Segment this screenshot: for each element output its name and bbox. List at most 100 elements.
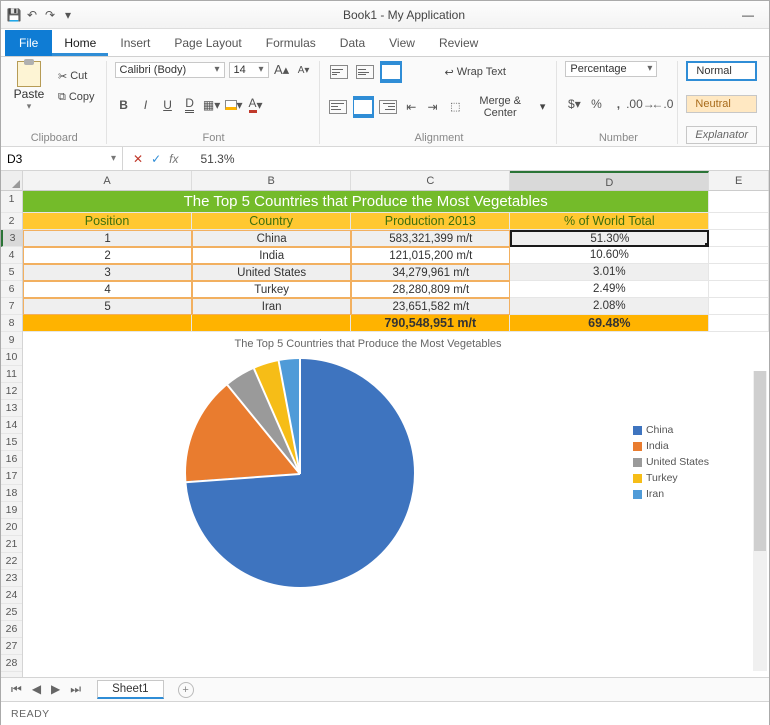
total-cell[interactable] (23, 315, 192, 332)
row-header[interactable]: 26 (1, 621, 22, 638)
number-format-select[interactable]: Percentage (565, 61, 657, 77)
align-right-button[interactable] (378, 96, 399, 118)
percent-button[interactable]: % (587, 95, 605, 113)
cell[interactable] (709, 315, 769, 332)
sheet-nav-first-icon[interactable]: ⏮ (11, 682, 22, 697)
cell[interactable]: 2.49% (510, 281, 709, 298)
undo-icon[interactable]: ↶ (25, 8, 39, 22)
sheet-tab-active[interactable]: Sheet1 (97, 680, 163, 699)
double-underline-button[interactable]: D (181, 96, 199, 114)
cut-button[interactable]: ✂Cut (53, 67, 100, 86)
header-cell[interactable]: Country (192, 213, 351, 230)
row-header[interactable]: 12 (1, 383, 22, 400)
row-header[interactable]: 17 (1, 468, 22, 485)
col-header[interactable]: B (192, 171, 351, 190)
save-icon[interactable]: 💾 (7, 8, 21, 22)
paste-button[interactable]: Paste ▾ (9, 61, 49, 112)
formula-value[interactable]: 51.3% (194, 152, 769, 166)
pie-chart[interactable]: The Top 5 Countries that Produce the Mos… (25, 334, 711, 594)
font-name-select[interactable]: Calibri (Body) (115, 62, 225, 78)
add-sheet-button[interactable]: + (178, 682, 194, 698)
align-top-button[interactable] (328, 61, 350, 83)
cell[interactable]: India (192, 247, 351, 264)
tab-formulas[interactable]: Formulas (254, 30, 328, 56)
borders-button[interactable]: ▦▾ (203, 96, 221, 114)
row-header[interactable]: 21 (1, 536, 22, 553)
qat-dropdown-icon[interactable]: ▾ (61, 8, 75, 22)
name-box-input[interactable] (1, 152, 91, 166)
style-explanatory[interactable]: Explanator (686, 126, 757, 144)
sheet-nav-prev-icon[interactable]: ◀ (32, 682, 41, 697)
header-cell[interactable]: Production 2013 (351, 213, 510, 230)
row-header[interactable]: 4 (1, 247, 22, 264)
cancel-formula-icon[interactable]: ✕ (133, 152, 143, 166)
active-cell[interactable]: 51.30% (510, 230, 709, 247)
cell[interactable]: 3.01% (510, 264, 709, 281)
cell[interactable]: 3 (23, 264, 192, 281)
cell[interactable] (709, 264, 769, 281)
row-header[interactable]: 27 (1, 638, 22, 655)
tab-home[interactable]: Home (52, 30, 108, 56)
fill-color-button[interactable]: ▾ (225, 96, 243, 114)
style-neutral[interactable]: Neutral (686, 95, 757, 113)
cell[interactable]: 583,321,399 m/t (351, 230, 510, 247)
row-header[interactable]: 10 (1, 349, 22, 366)
cell[interactable] (709, 191, 769, 213)
currency-button[interactable]: $▾ (565, 95, 583, 113)
grow-font-icon[interactable]: A▴ (273, 61, 291, 79)
underline-button[interactable]: U (159, 96, 177, 114)
accept-formula-icon[interactable]: ✓ (151, 152, 161, 166)
tab-insert[interactable]: Insert (108, 30, 162, 56)
total-cell[interactable]: 790,548,951 m/t (351, 315, 510, 332)
total-cell[interactable]: 69.48% (510, 315, 709, 332)
cell[interactable]: 1 (23, 230, 192, 247)
row-header[interactable]: 19 (1, 502, 22, 519)
minimize-icon[interactable]: — (733, 5, 763, 25)
row-header[interactable]: 3 (1, 230, 22, 247)
bold-button[interactable]: B (115, 96, 133, 114)
row-header[interactable]: 13 (1, 400, 22, 417)
font-size-select[interactable]: 14 (229, 62, 269, 78)
row-header[interactable]: 20 (1, 519, 22, 536)
cell[interactable] (709, 213, 769, 230)
cell[interactable]: 5 (23, 298, 192, 315)
tab-data[interactable]: Data (328, 30, 377, 56)
cell[interactable]: 10.60% (510, 247, 709, 264)
row-header[interactable]: 7 (1, 298, 22, 315)
row-header[interactable]: 28 (1, 655, 22, 672)
row-header[interactable]: 14 (1, 417, 22, 434)
row-header[interactable]: 18 (1, 485, 22, 502)
scrollbar-thumb[interactable] (754, 371, 766, 551)
cell[interactable]: 34,279,961 m/t (351, 264, 510, 281)
row-header[interactable]: 2 (1, 213, 22, 230)
cell[interactable]: United States (192, 264, 351, 281)
increase-decimal-button[interactable]: .00→ (631, 95, 649, 113)
row-header[interactable]: 23 (1, 570, 22, 587)
name-box[interactable] (1, 147, 123, 170)
title-cell[interactable]: The Top 5 Countries that Produce the Mos… (23, 191, 709, 213)
tab-review[interactable]: Review (427, 30, 490, 56)
sheet-nav-next-icon[interactable]: ▶ (51, 682, 60, 697)
sheet-nav-last-icon[interactable]: ⏭ (70, 682, 81, 697)
row-header[interactable]: 6 (1, 281, 22, 298)
cell[interactable]: 121,015,200 m/t (351, 247, 510, 264)
decrease-decimal-button[interactable]: ←.0 (653, 95, 671, 113)
increase-indent-button[interactable]: ⇥ (424, 98, 441, 116)
spreadsheet-grid[interactable]: 1 2 3 4 5 6 7 8 9 10 11 12 13 14 15 16 1… (1, 171, 769, 677)
tab-file[interactable]: File (5, 30, 52, 56)
cell[interactable] (709, 298, 769, 315)
header-cell[interactable]: % of World Total (510, 213, 709, 230)
cell[interactable]: 2 (23, 247, 192, 264)
row-header[interactable]: 11 (1, 366, 22, 383)
row-header[interactable]: 5 (1, 264, 22, 281)
cell[interactable]: 23,651,582 m/t (351, 298, 510, 315)
row-header[interactable]: 25 (1, 604, 22, 621)
cell[interactable]: China (192, 230, 351, 247)
row-header[interactable]: 9 (1, 332, 22, 349)
vertical-scrollbar[interactable] (753, 371, 767, 671)
align-bottom-button[interactable] (380, 61, 402, 83)
cell[interactable]: Iran (192, 298, 351, 315)
row-header[interactable]: 8 (1, 315, 22, 332)
align-left-button[interactable] (328, 96, 349, 118)
row-header[interactable]: 15 (1, 434, 22, 451)
